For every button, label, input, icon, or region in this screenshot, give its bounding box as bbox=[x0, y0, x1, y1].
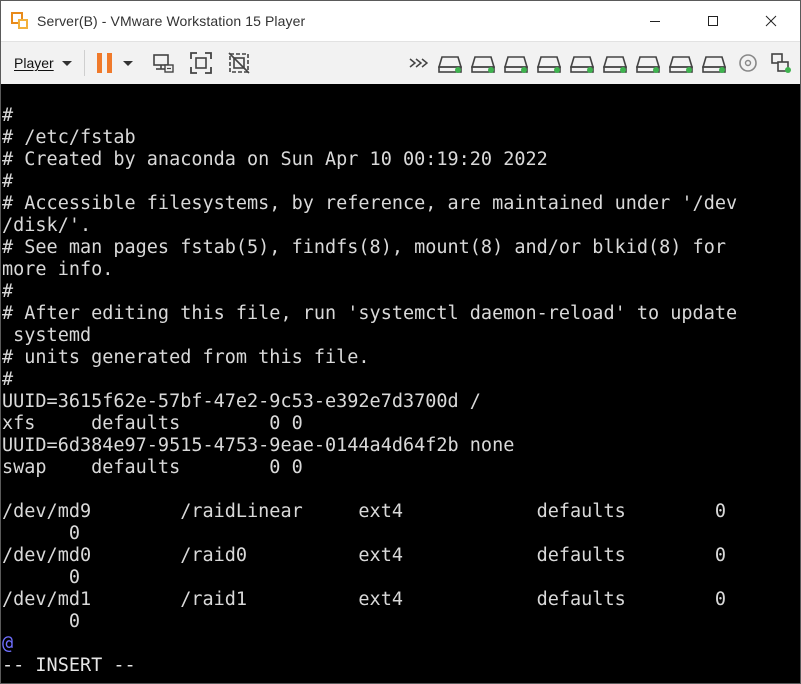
network-adapter-button[interactable] bbox=[768, 51, 794, 75]
player-toolbar: Player bbox=[1, 41, 800, 84]
terminal-line: 0 bbox=[2, 567, 80, 588]
more-devices-button[interactable] bbox=[405, 51, 431, 75]
maximize-button[interactable] bbox=[684, 1, 742, 41]
title-bar[interactable]: Server(B) - VMware Workstation 15 Player bbox=[1, 1, 800, 41]
hard-disk-icon bbox=[669, 56, 694, 73]
terminal-line: # bbox=[2, 171, 14, 192]
terminal-line: more info. bbox=[2, 259, 114, 280]
hard-disk-8-button[interactable] bbox=[669, 51, 695, 75]
hard-disk-icon bbox=[570, 56, 595, 73]
chevron-down-icon bbox=[122, 60, 133, 66]
hard-disk-5-button[interactable] bbox=[570, 51, 596, 75]
pause-button[interactable] bbox=[95, 52, 133, 74]
hard-disk-7-button[interactable] bbox=[636, 51, 662, 75]
hard-disk-3-button[interactable] bbox=[504, 51, 530, 75]
window-controls bbox=[626, 1, 800, 41]
double-chevron-right-icon bbox=[409, 58, 428, 68]
hard-disk-icon bbox=[504, 56, 529, 73]
vmware-player-window: Server(B) - VMware Workstation 15 Player bbox=[0, 0, 801, 684]
hard-disk-icon bbox=[471, 56, 496, 73]
minimize-icon bbox=[650, 21, 660, 22]
hard-disk-icon bbox=[438, 56, 463, 73]
terminal-line: /disk/'. bbox=[2, 215, 92, 236]
hard-disk-2-button[interactable] bbox=[471, 51, 497, 75]
cd-dvd-icon bbox=[739, 54, 757, 72]
hard-disk-icon bbox=[702, 56, 727, 73]
terminal-line: # bbox=[2, 281, 14, 302]
terminal-line: 0 bbox=[2, 611, 80, 632]
network-adapter-icon bbox=[771, 53, 791, 73]
maximize-icon bbox=[708, 16, 718, 26]
terminal-line: 0 bbox=[2, 523, 80, 544]
unity-icon bbox=[228, 52, 250, 74]
close-button[interactable] bbox=[742, 1, 800, 41]
hard-disk-icon bbox=[603, 56, 628, 73]
terminal-line: xfs defaults 0 0 bbox=[2, 413, 303, 434]
cd-dvd-button[interactable] bbox=[735, 51, 761, 75]
hard-disk-icon bbox=[537, 56, 562, 73]
terminal-line: /dev/md1 /raid1 ext4 defaults 0 bbox=[2, 589, 726, 610]
window-title: Server(B) - VMware Workstation 15 Player bbox=[37, 13, 306, 29]
player-menu-button[interactable]: Player bbox=[14, 55, 72, 71]
removable-devices-strip bbox=[398, 42, 794, 84]
vm-console[interactable]: # # /etc/fstab # Created by anaconda on … bbox=[1, 84, 800, 683]
toolbar-divider bbox=[83, 50, 85, 76]
terminal-line: # Accessible filesystems, by reference, … bbox=[2, 193, 738, 214]
vim-mode-status: -- INSERT -- bbox=[2, 655, 136, 676]
terminal-line: systemd bbox=[2, 325, 92, 346]
close-icon bbox=[765, 15, 777, 27]
minimize-button[interactable] bbox=[626, 1, 684, 41]
send-ctrl-alt-del-button[interactable] bbox=[151, 51, 175, 75]
unity-mode-button[interactable] bbox=[227, 51, 251, 75]
vim-tilde-line: @ bbox=[2, 633, 14, 654]
hard-disk-icon bbox=[636, 56, 661, 73]
vmware-logo-icon bbox=[11, 12, 29, 30]
hard-disk-4-button[interactable] bbox=[537, 51, 563, 75]
full-screen-button[interactable] bbox=[189, 51, 213, 75]
terminal-line: swap defaults 0 0 bbox=[2, 457, 303, 478]
ctrl-alt-del-icon bbox=[152, 54, 174, 73]
terminal-line: # /etc/fstab bbox=[2, 127, 136, 148]
terminal-line: # See man pages fstab(5), findfs(8), mou… bbox=[2, 237, 726, 258]
terminal-line: # bbox=[2, 105, 14, 126]
terminal-line: # Created by anaconda on Sun Apr 10 00:1… bbox=[2, 149, 548, 170]
chevron-down-icon bbox=[61, 60, 72, 66]
terminal-line: # After editing this file, run 'systemct… bbox=[2, 303, 738, 324]
hard-disk-1-button[interactable] bbox=[438, 51, 464, 75]
hard-disk-6-button[interactable] bbox=[603, 51, 629, 75]
hard-disk-9-button[interactable] bbox=[702, 51, 728, 75]
player-menu-label: Player bbox=[14, 55, 54, 71]
pause-icon bbox=[96, 53, 112, 73]
terminal-line: # bbox=[2, 369, 14, 390]
terminal-line: /dev/md0 /raid0 ext4 defaults 0 bbox=[2, 545, 726, 566]
terminal-line: # units generated from this file. bbox=[2, 347, 370, 368]
fullscreen-icon bbox=[189, 52, 212, 74]
terminal-line: /dev/md9 /raidLinear ext4 defaults 0 bbox=[2, 501, 726, 522]
terminal-line: UUID=3615f62e-57bf-47e2-9c53-e392e7d3700… bbox=[2, 391, 481, 412]
terminal-line: UUID=6d384e97-9515-4753-9eae-0144a4d64f2… bbox=[2, 435, 515, 456]
